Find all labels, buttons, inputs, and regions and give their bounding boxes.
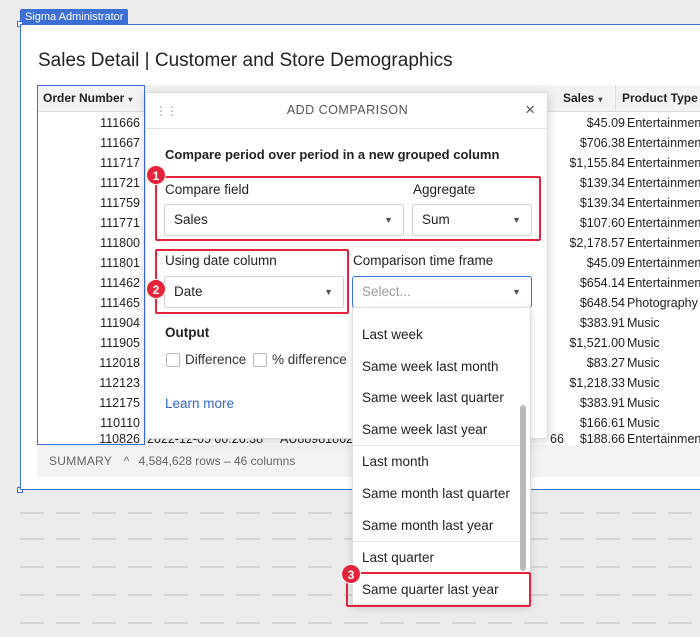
difference-checkbox[interactable] [166,353,180,367]
column-header-label: Sales [563,91,595,105]
table-cell-type: Music [627,336,660,350]
table-cell-sales: $383.91 [579,316,625,330]
time-frame-option[interactable]: Same week last year [353,414,519,446]
table-cell-sales: $648.54 [579,296,625,310]
highlight-date-column [155,249,349,314]
table-cell-type: Entertainment [627,276,700,290]
chevron-down-icon[interactable]: ▾ [598,95,602,104]
table-cell-sales: $45.09 [586,256,625,270]
table-cell-type: Entertainment [627,432,700,445]
time-frame-option[interactable]: Same week last month [353,351,519,383]
table-cell-type: Entertainment [627,156,700,170]
table-cell-type: Entertainment [627,216,700,230]
time-frame-select[interactable]: Select... ▼ [352,276,532,308]
time-frame-dropdown[interactable]: Last week Same week last month Same week l… [352,307,531,605]
time-frame-option[interactable]: Same month last year [353,510,519,542]
summary-counts: 4,584,628 rows – 46 columns [138,454,296,468]
table-cell-sales: $383.91 [579,396,625,410]
table-cell-type: Photography [627,296,698,310]
table-cell-sales: $2,178.57 [569,236,625,250]
time-frame-option[interactable]: Last quarter [353,542,519,574]
empty-placeholder-row [20,622,700,624]
table-cell-sales: $166.61 [579,416,625,430]
pct-difference-checkbox[interactable] [253,353,267,367]
step-badge-1: 1 [146,165,166,185]
selection-tag: Sigma Administrator [20,9,129,25]
output-label: Output [165,325,210,340]
table-cell-type: Music [627,396,660,410]
table-cell-type: Entertainment [627,116,700,130]
selected-column-frame [37,85,145,445]
dropdown-arrow-icon: ▼ [512,287,521,297]
table-cell-type: Music [627,416,660,430]
summary-label: SUMMARY [49,454,113,468]
table-cell-type: Entertainment [627,256,700,270]
dropdown-scrollbar[interactable] [520,405,526,571]
column-header-product-type[interactable]: Product Type [615,85,700,112]
table-cell-type: Music [627,356,660,370]
dialog-subtitle: Compare period over period in a new grou… [165,147,500,162]
time-frame-option[interactable]: Same month last quarter [353,478,519,510]
time-frame-label: Comparison time frame [353,253,494,268]
chevron-up-icon[interactable]: ^ [124,454,130,468]
table-cell-type: Entertainment [627,196,700,210]
table-cell-sales: $139.34 [579,196,625,210]
table-cell-type: Entertainment [627,236,700,250]
table-cell-sales: $1,218.33 [569,376,625,390]
close-icon[interactable]: × [525,100,535,120]
difference-label: Difference [185,352,247,367]
highlight-compare-fields [155,176,541,241]
table-cell-sales: $1,521.00 [569,336,625,350]
table-cell-type: Entertainment [627,136,700,150]
table-cell-sales: $706.38 [579,136,625,150]
table-cell-type: Entertainment [627,176,700,190]
table-cell-sales: $45.09 [586,116,625,130]
time-frame-option[interactable]: Last month [353,446,519,478]
option-divider [353,445,519,446]
element-title: Sales Detail | Customer and Store Demogr… [38,50,453,71]
step-badge-2: 2 [146,279,166,299]
table-cell-sales: $1,155.84 [569,156,625,170]
table-cell-sales: $654.14 [579,276,625,290]
time-frame-placeholder: Select... [362,284,411,299]
table-cell-sales: $83.27 [586,356,625,370]
column-header-label: Product Type [622,91,698,105]
pct-difference-label: % difference [272,352,347,367]
time-frame-option[interactable]: Same week last quarter [353,382,519,414]
dialog-header: ⋮⋮ ADD COMPARISON × [146,93,549,129]
table-cell-sales: $107.60 [579,216,625,230]
dialog-title: ADD COMPARISON [286,103,409,117]
table-cell-type: Music [627,316,660,330]
table-cell-sales: $139.34 [579,176,625,190]
time-frame-option[interactable]: Last week [353,319,519,351]
table-cell-sales: $188.66 [579,432,625,445]
option-divider [353,541,519,542]
highlight-same-quarter-last-year [346,572,531,607]
learn-more-link[interactable]: Learn more [165,396,234,411]
table-cell-type: Music [627,376,660,390]
step-badge-3: 3 [341,564,361,584]
